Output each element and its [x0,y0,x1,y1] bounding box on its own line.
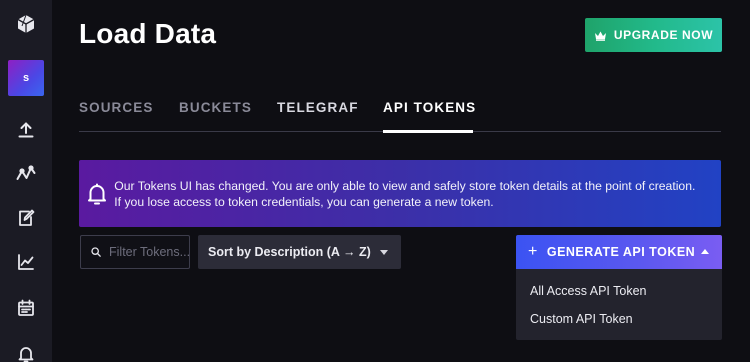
graph-node-icon[interactable] [0,156,52,192]
tab-api-tokens[interactable]: API TOKENS [383,100,476,115]
caret-down-icon [380,250,388,255]
tab-sources[interactable]: SOURCES [79,100,153,115]
sort-label: Sort by Description (A → Z) [208,245,371,259]
active-tab-indicator [383,130,473,133]
caret-up-icon [701,249,709,254]
line-chart-icon[interactable] [0,244,52,280]
search-input[interactable] [109,245,189,259]
generate-token-menu: All Access API Token Custom API Token [516,269,722,340]
menu-item-all-access-token[interactable]: All Access API Token [516,277,722,305]
edit-icon[interactable] [0,200,52,236]
info-banner: Our Tokens UI has changed. You are only … [79,160,721,227]
banner-message: Our Tokens UI has changed. You are only … [114,178,696,209]
avatar[interactable]: s [8,60,44,96]
plus-icon: + [528,243,538,260]
calendar-icon[interactable] [0,290,52,326]
upgrade-now-label: UPGRADE NOW [613,28,714,42]
upload-icon[interactable] [0,112,52,148]
generate-api-token-button[interactable]: + GENERATE API TOKEN [516,235,722,269]
tab-buckets[interactable]: BUCKETS [179,100,252,115]
page-title: Load Data [79,18,217,49]
menu-item-custom-token[interactable]: Custom API Token [516,305,722,333]
crown-icon [594,31,606,41]
search-icon [91,247,101,257]
bell-icon [79,182,114,206]
upgrade-now-button[interactable]: UPGRADE NOW [585,18,722,52]
sort-dropdown[interactable]: Sort by Description (A → Z) [198,235,401,269]
tab-telegraf[interactable]: TELEGRAF [277,100,359,115]
generate-api-token-label: GENERATE API TOKEN [546,245,696,259]
bell-icon[interactable] [0,336,52,362]
sidebar: s [0,0,52,362]
cube-logo-icon[interactable] [0,6,52,42]
tab-bar: SOURCES BUCKETS TELEGRAF API TOKENS [79,96,721,133]
search-field[interactable] [80,235,190,269]
